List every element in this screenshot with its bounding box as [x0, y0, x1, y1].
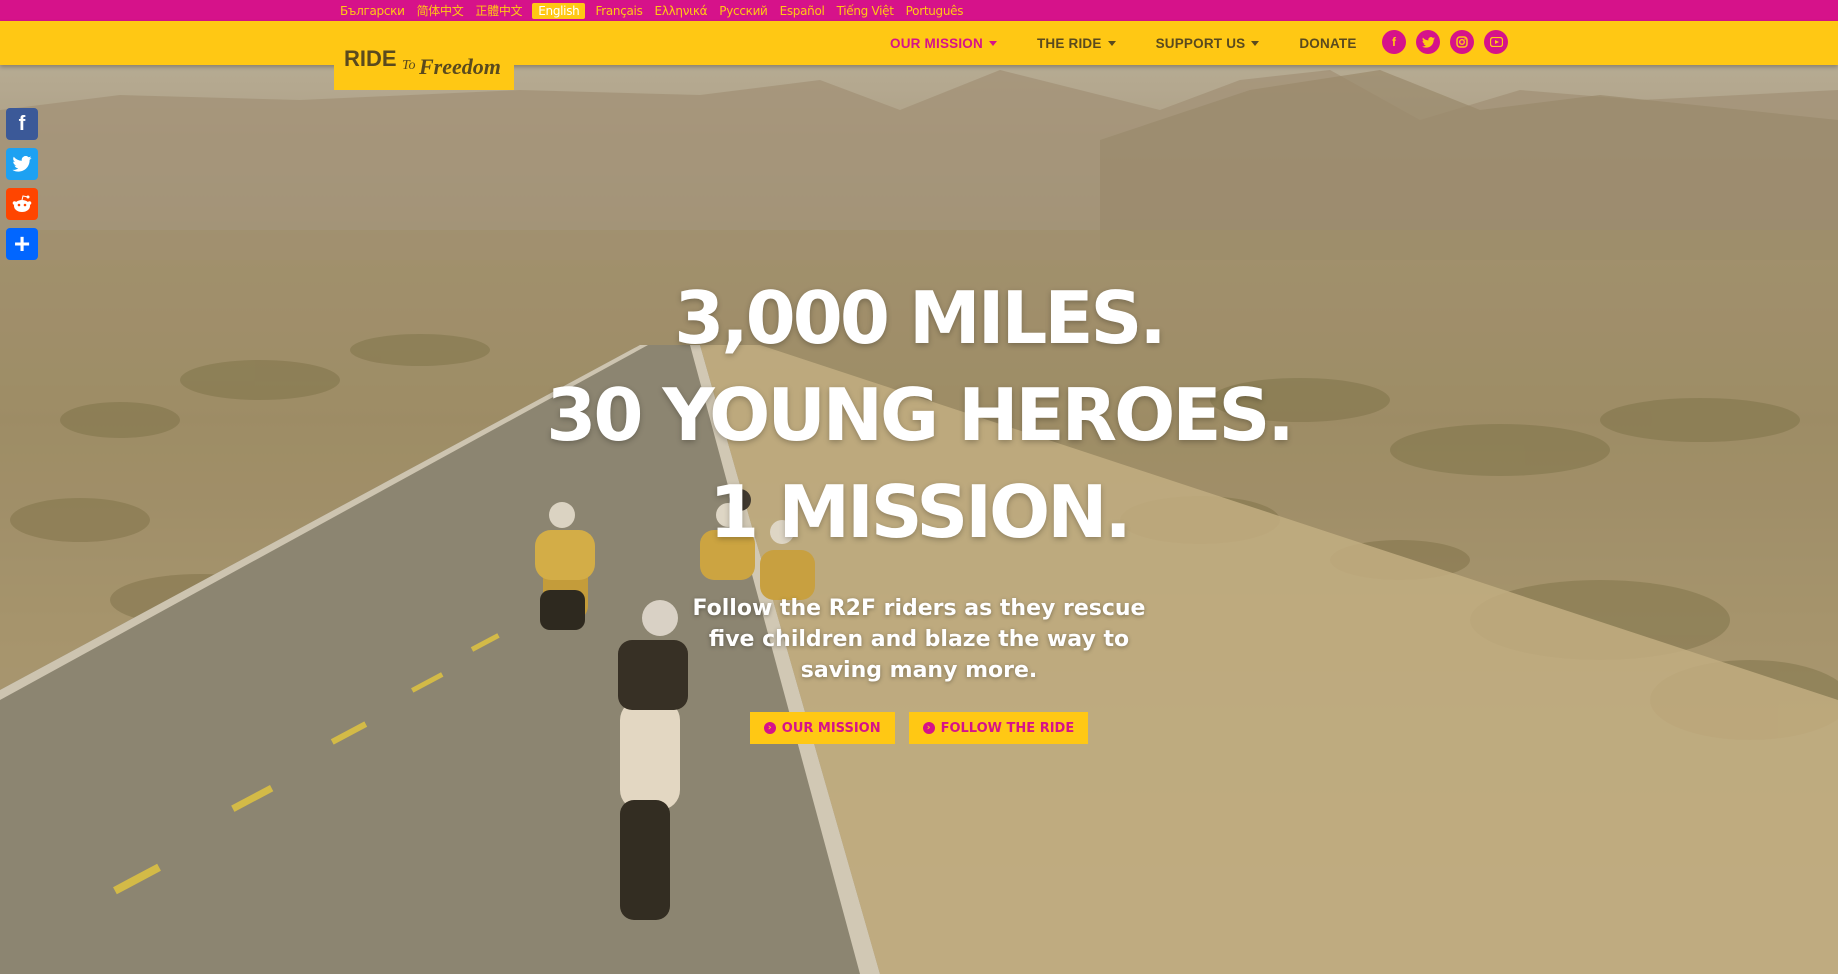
nav-support-us[interactable]: SUPPORT US [1156, 36, 1260, 51]
our-mission-button-label: OUR MISSION [781, 720, 881, 736]
nav-our-mission-label: OUR MISSION [890, 35, 983, 51]
headline-line-1: 3,000 MILES. [674, 276, 1167, 360]
nav-our-mission[interactable]: OUR MISSION [890, 36, 997, 51]
subtitle-line-2: five children and blaze the way to [708, 627, 1130, 652]
headline-line-2: 30 YOUNG HEROES. [546, 373, 1294, 457]
follow-the-ride-button[interactable]: › FOLLOW THE RIDE [908, 712, 1089, 744]
chevron-down-icon [1251, 40, 1260, 46]
language-option[interactable]: Français [589, 3, 648, 19]
language-option[interactable]: Български [334, 3, 411, 19]
youtube-icon[interactable] [1484, 30, 1508, 54]
subtitle-line-1: Follow the R2F riders as they rescue [692, 596, 1146, 621]
language-option[interactable]: Português [900, 3, 970, 19]
language-option[interactable]: 正體中文 [469, 3, 528, 19]
language-list: Български 简体中文 正體中文 English Français Ελληνικά… [334, 0, 969, 21]
our-mission-button[interactable]: › OUR MISSION [749, 712, 895, 744]
language-option[interactable]: 简体中文 [411, 3, 470, 19]
facebook-icon[interactable]: f [1382, 30, 1406, 54]
nav-menu: OUR MISSION THE RIDE SUPPORT US DONATE [890, 21, 1357, 65]
nav-the-ride-label: THE RIDE [1036, 35, 1102, 51]
hero-cta-group: › OUR MISSION › FOLLOW THE RIDE [0, 712, 1838, 744]
logo-text-to: To [402, 58, 416, 73]
site-logo[interactable]: RIDE To Freedom [334, 21, 514, 90]
logo-text-main: RIDE [344, 46, 397, 71]
language-option[interactable]: Ελληνικά [649, 3, 714, 19]
twitter-icon[interactable] [1416, 30, 1440, 54]
share-sidebar: f + [6, 108, 38, 260]
chevron-circle-right-icon: › [763, 722, 776, 734]
nav-the-ride[interactable]: THE RIDE [1037, 36, 1116, 51]
language-option[interactable]: Русский [713, 3, 773, 19]
nav-donate[interactable]: DONATE [1299, 36, 1356, 51]
social-links: f [1382, 30, 1508, 54]
subtitle-line-3: saving many more. [800, 658, 1038, 683]
instagram-icon[interactable] [1450, 30, 1474, 54]
headline-line-3: 1 MISSION. [709, 470, 1132, 554]
chevron-down-icon [1107, 40, 1116, 46]
nav-support-us-label: SUPPORT US [1155, 35, 1246, 51]
follow-the-ride-button-label: FOLLOW THE RIDE [940, 720, 1075, 736]
language-bar: Български 简体中文 正體中文 English Français Ελληνικά… [0, 0, 1838, 21]
twitter-icon[interactable] [6, 148, 38, 180]
chevron-down-icon [988, 40, 997, 46]
reddit-icon[interactable] [6, 188, 38, 220]
language-option[interactable]: Tiếng Việt [831, 3, 900, 19]
facebook-icon[interactable]: f [6, 108, 38, 140]
hero-subtitle: Follow the R2F riders as they rescue fiv… [0, 593, 1838, 686]
logo-text-script: Freedom [418, 54, 501, 79]
language-option[interactable]: Español [774, 3, 831, 19]
nav-donate-label: DONATE [1299, 35, 1357, 51]
hero-headline: 3,000 MILES. 30 YOUNG HEROES. 1 MISSION. [0, 270, 1838, 561]
language-option[interactable]: English [532, 2, 586, 19]
chevron-circle-right-icon: › [922, 722, 935, 734]
add-share-icon[interactable]: + [6, 228, 38, 260]
